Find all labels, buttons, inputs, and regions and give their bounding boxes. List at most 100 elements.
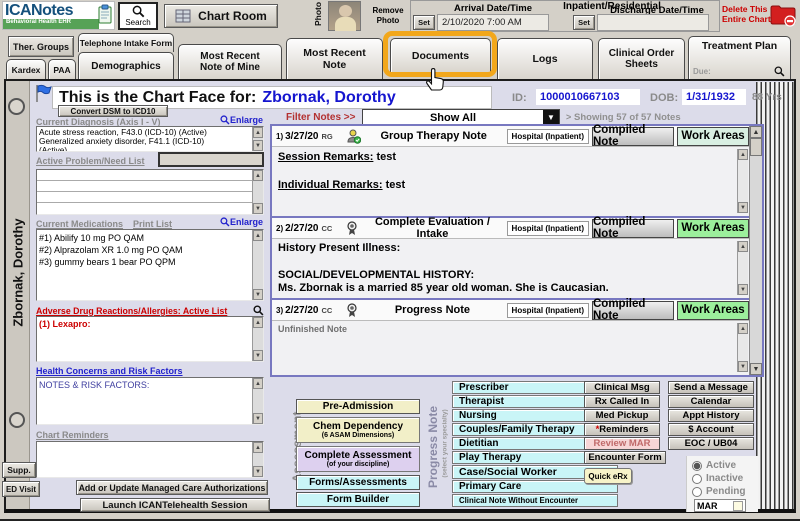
status-radio-active[interactable]: Active [692,460,736,471]
adverse-reactions-label[interactable]: Adverse Drug Reactions/Allergies: Active… [36,306,227,316]
note-row-header[interactable]: 3) 2/27/20 CC Progress Note Hospital (In… [272,300,749,321]
scroll-down-arrow[interactable]: ▼ [750,363,762,375]
status-radio-pending[interactable]: Pending [692,486,745,497]
chart-room-button[interactable]: Chart Room [164,4,278,28]
note-body[interactable]: Session Remarks: test Individual Remarks… [272,147,749,216]
supp-button[interactable]: Supp. [2,462,36,478]
note-body[interactable]: Unfinished Note ▲▼ [272,321,749,375]
note-scrollbar[interactable]: ▲▼ [737,323,748,372]
ed-visit-button[interactable]: ED Visit [2,481,40,497]
treatment-plan-search-icon[interactable] [774,66,785,77]
medications-box[interactable]: #1) Abilify 10 mg PO QAM #2) Alprazolam … [36,229,264,301]
chem-dependency-button[interactable]: Chem Dependency (6 ASAM Dimensions) [296,417,420,443]
send-message-button[interactable]: Send a Message [668,381,754,394]
convert-dsm-button[interactable]: Convert DSM to ICD10 [58,105,168,117]
work-areas-button[interactable]: Work Areas [677,127,749,146]
radio-selected-icon [692,461,702,471]
magnifier-icon [220,115,230,125]
notes-panel-scrollbar[interactable]: ▲ ▼ [749,126,762,375]
tab-most-recent-note[interactable]: Most Recent Note [286,38,383,79]
adverse-scrollbar[interactable]: ▲▼ [252,317,263,361]
chart-reminders-box[interactable]: ▲▼ [36,441,264,478]
forms-assessments-button[interactable]: Forms/Assessments [296,475,420,490]
reminders-button[interactable]: *Reminders [584,423,660,436]
reminders-label: Reminders [599,424,648,435]
status-radio-inactive[interactable]: Inactive [692,473,743,484]
patient-photo[interactable] [328,1,361,31]
flag-circle-bottom[interactable] [9,412,25,428]
arrival-datetime-field[interactable]: 2/10/2020 7:00 AM [437,14,549,31]
managed-care-button[interactable]: Add or Update Managed Care Authorization… [76,480,268,495]
account-button[interactable]: $ Account [668,423,754,436]
telehealth-button[interactable]: Launch ICANTelehealth Session [80,498,270,512]
reminders-scrollbar[interactable]: ▲▼ [252,442,263,477]
tab-demographics[interactable]: Demographics [78,52,174,79]
adverse-reactions-box[interactable]: (1) Lexapro: ▲▼ [36,316,264,362]
work-areas-button[interactable]: Work Areas [677,219,749,238]
work-areas-button[interactable]: Work Areas [677,301,749,320]
progress-clinical-note-without-encounter-button[interactable]: Clinical Note Without Encounter [452,494,618,507]
magnifier-icon[interactable] [253,305,264,316]
mar-checkbox-row[interactable]: MAR [694,499,746,512]
problem-list-field[interactable] [158,152,264,167]
tab-clinical-order-sheets[interactable]: Clinical Order Sheets [598,38,685,79]
rx-called-in-button[interactable]: Rx Called In [584,395,660,408]
encounter-form-button[interactable]: Encounter Form [584,451,666,464]
problem-list-box[interactable]: ▲▼ [36,169,264,215]
magnifier-icon [220,217,230,227]
problem-list-scrollbar[interactable]: ▲▼ [252,170,263,214]
calendar-button[interactable]: Calendar [668,395,754,408]
treatment-plan-due-label: Due: [693,67,711,76]
pre-admission-button[interactable]: Pre-Admission [296,399,420,414]
complete-assessment-button[interactable]: Complete Assessment (of your discipline) [296,446,420,472]
health-scrollbar[interactable]: ▲▼ [252,378,263,424]
search-button[interactable]: Search [118,2,158,30]
delete-folder-icon[interactable] [770,3,796,27]
compiled-note-button[interactable]: Compiled Note [592,301,674,320]
mar-checkbox[interactable] [733,501,743,511]
compiled-note-button[interactable]: Compiled Note [592,219,674,238]
diagnosis-box[interactable]: Acute stress reaction, F43.0 (ICD-10) (A… [36,126,264,152]
tab-kardex[interactable]: Kardex [6,59,46,79]
note-scrollbar[interactable]: ▲▼ [737,241,748,295]
med-pickup-button[interactable]: Med Pickup [584,409,660,422]
form-builder-button[interactable]: Form Builder [296,492,420,507]
diagnosis-enlarge-link[interactable]: Enlarge [220,115,263,125]
note-body[interactable]: History Present Illness: SOCIAL/DEVELOPM… [272,239,749,298]
review-mar-button[interactable]: Review MAR [584,437,660,450]
appt-history-button[interactable]: Appt History [668,409,754,422]
compiled-note-button[interactable]: Compiled Note [592,127,674,146]
flag-circle-top[interactable] [8,98,25,115]
note-row-header[interactable]: 2) 2/27/20 CC Complete Evaluation / Inta… [272,218,749,239]
clinical-msg-button[interactable]: Clinical Msg [584,381,660,394]
eoc-ub04-button[interactable]: EOC / UB04 [668,437,754,450]
note-author-initials: RG [322,132,333,141]
tab-telephone-intake-form[interactable]: Telephone Intake Form [78,33,174,52]
scroll-thumb[interactable] [750,138,762,156]
set-arrival-button[interactable]: Set [413,15,435,30]
diagnosis-scrollbar[interactable]: ▲▼ [252,127,263,151]
tab-most-recent-note-of-mine[interactable]: Most Recent Note of Mine [178,44,282,79]
tab-ther-groups[interactable]: Ther. Groups [8,36,74,57]
tab-treatment-plan[interactable]: Treatment Plan Due: [688,36,791,79]
tab-logs[interactable]: Logs [497,38,593,79]
discharge-datetime-field[interactable] [597,14,709,31]
chart-flag-icon[interactable] [34,84,53,103]
note-author-initials: CC [322,224,333,233]
note-text: Ms. Zbornak is a married 85 year old wom… [278,282,735,295]
set-discharge-button[interactable]: Set [573,15,595,30]
logo-title: ICANotes [5,2,73,20]
remove-photo-button[interactable]: Remove Photo [366,6,410,26]
medications-scrollbar[interactable]: ▲▼ [252,230,263,300]
scroll-up-arrow[interactable]: ▲ [750,126,762,138]
delete-chart-button[interactable]: Delete This Entire Chart [722,4,772,24]
note-row-header[interactable]: 1) 3/27/20 RG Group Therapy Note Hospita… [272,126,749,147]
health-concerns-box[interactable]: NOTES & RISK FACTORS: ▲▼ [36,377,264,425]
quick-erx-button[interactable]: Quick eRx [584,468,632,484]
health-concerns-label[interactable]: Health Concerns and Risk Factors [36,366,183,376]
filter-notes-label: Filter Notes >> [286,112,355,123]
medications-enlarge-link[interactable]: Enlarge [220,217,263,227]
note-scrollbar[interactable]: ▲▼ [737,149,748,213]
tab-paa[interactable]: PAA [48,59,76,79]
print-list-link[interactable]: Print List [133,219,172,229]
